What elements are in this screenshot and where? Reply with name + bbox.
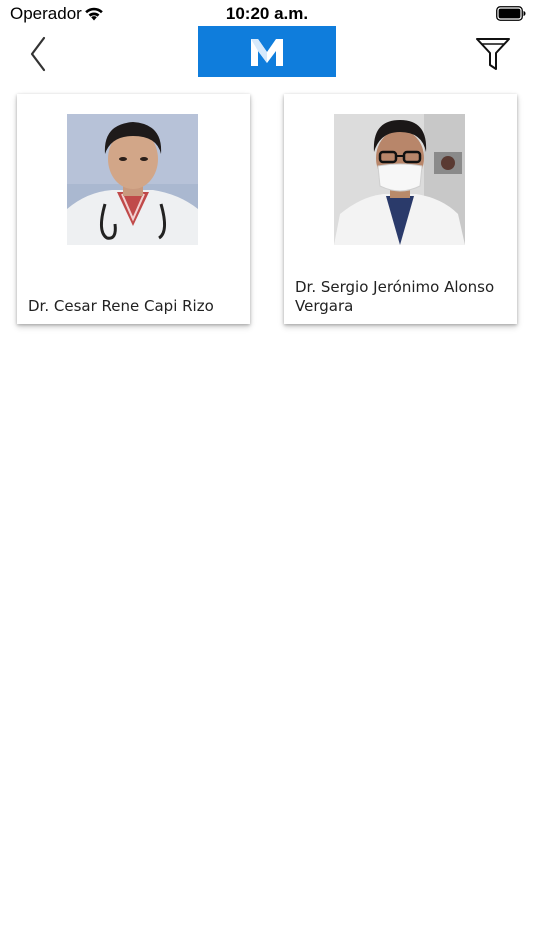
doctor-card[interactable]: Dr. Sergio Jerónimo Alonso Vergara bbox=[284, 94, 517, 324]
battery-icon bbox=[496, 6, 526, 21]
status-bar: Operador 10:20 a.m. bbox=[0, 0, 534, 28]
doctor-photo bbox=[67, 114, 198, 245]
back-button[interactable] bbox=[22, 34, 56, 74]
nav-bar bbox=[0, 26, 534, 78]
app-logo[interactable] bbox=[198, 26, 336, 77]
doctor-name: Dr. Cesar Rene Capi Rizo bbox=[28, 297, 214, 315]
clock: 10:20 a.m. bbox=[225, 4, 309, 23]
doctor-photo bbox=[334, 114, 465, 245]
logo-m-icon bbox=[251, 38, 283, 66]
doctor-card[interactable]: Dr. Cesar Rene Capi Rizo bbox=[17, 94, 250, 324]
filter-button[interactable] bbox=[474, 36, 512, 72]
doctor-name: Dr. Sergio Jerónimo Alonso Vergara bbox=[295, 278, 495, 315]
